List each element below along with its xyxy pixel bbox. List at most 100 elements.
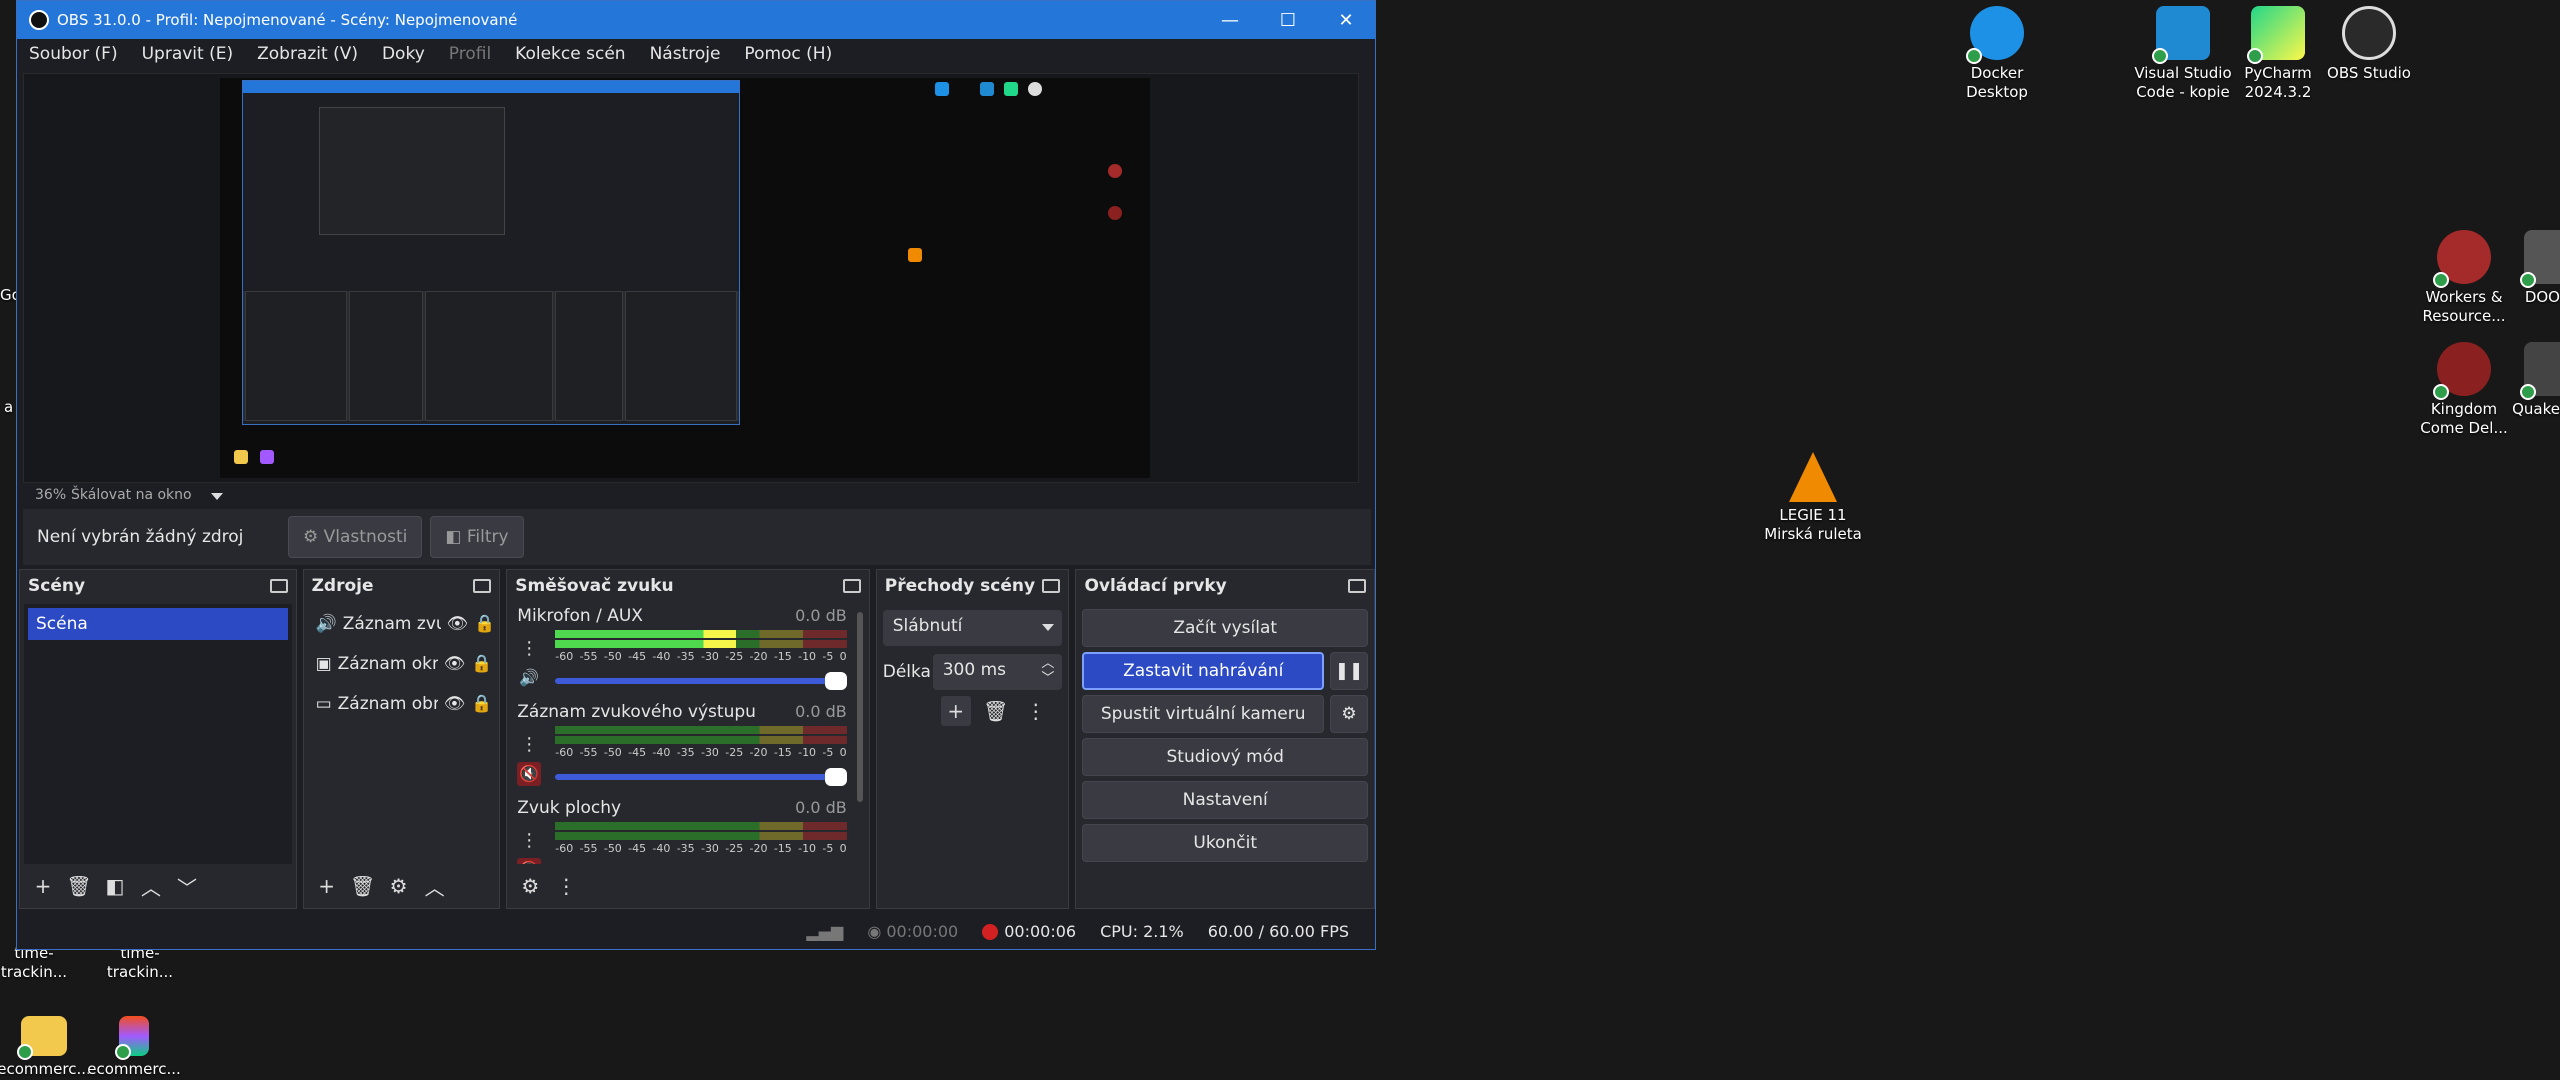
move-up-button[interactable]: ︿	[422, 873, 448, 900]
scenes-list: Scéna	[24, 604, 292, 864]
muted-speaker-icon[interactable]: 🔇	[517, 762, 542, 786]
more-icon[interactable]: ⋮	[553, 873, 579, 899]
start-virtual-camera-button[interactable]: Spustit virtuální kameru	[1082, 695, 1324, 733]
add-transition-button[interactable]: +	[940, 696, 971, 726]
start-streaming-button[interactable]: Začít vysílat	[1082, 609, 1368, 647]
move-up-button[interactable]: ︿	[138, 873, 164, 900]
source-item[interactable]: 🔊 Záznam zvu 👁 🔒	[308, 604, 496, 644]
more-icon[interactable]: ⋮	[519, 638, 539, 660]
desktop-icon-obs[interactable]: OBS Studio	[2314, 6, 2424, 83]
menu-view[interactable]: Zobrazit (V)	[245, 44, 370, 64]
menu-docks[interactable]: Doky	[370, 44, 437, 64]
cpu-usage: CPU: 2.1%	[1100, 921, 1184, 941]
trash-icon[interactable]: 🗑	[350, 873, 376, 899]
menu-file[interactable]: Soubor (F)	[17, 44, 130, 64]
preview-area[interactable]	[23, 73, 1359, 483]
nested-obs-capture	[242, 80, 740, 425]
channel-name: Záznam zvukového výstupu	[517, 702, 756, 722]
desktop-icon-label: ecommerc...	[0, 1060, 91, 1078]
undock-icon[interactable]	[1042, 579, 1061, 593]
lock-icon[interactable]: 🔒	[471, 694, 492, 714]
menu-tools[interactable]: Nástroje	[638, 44, 733, 64]
desktop-icon-quake[interactable]: Quake	[2494, 342, 2560, 419]
muted-speaker-icon[interactable]: 🔇	[517, 858, 542, 864]
filters-button[interactable]: ◧ Filtry	[430, 516, 524, 558]
properties-button[interactable]: ⚙ Vlastnosti	[288, 516, 423, 558]
slider-handle[interactable]	[824, 768, 847, 786]
undock-icon[interactable]	[473, 579, 492, 593]
meter-level	[555, 630, 736, 638]
menu-scene-collection[interactable]: Kolekce scén	[503, 44, 637, 64]
mixer-scrollbar[interactable]	[856, 612, 863, 802]
eye-icon[interactable]: 👁	[447, 614, 469, 634]
stream-status: ◉ 00:00:00	[867, 921, 959, 941]
add-source-button[interactable]: +	[314, 873, 340, 899]
source-item[interactable]: ▭ Záznam obr 👁 🔒	[308, 684, 496, 724]
mixer-channel: Mikrofon / AUX 0.0 dB ⋮ -60 -55 -50 -45 -40-…	[511, 604, 850, 700]
window-title: OBS 31.0.0 - Profil: Nepojmenované - Scé…	[57, 11, 518, 29]
desktop-icon-label: Docker Desktop	[1966, 64, 2028, 101]
speaker-icon: 🔊	[315, 614, 337, 634]
desktop-icon-vscode[interactable]: Visual Studio Code - kopie	[2128, 6, 2238, 102]
folder-icon	[17, 1016, 67, 1060]
duration-spinbox[interactable]: 300 ms ︿ ﹀	[932, 654, 1063, 690]
vscode-icon	[2152, 6, 2210, 64]
stream-icon: ◉	[867, 921, 887, 941]
add-scene-button[interactable]: +	[30, 873, 56, 899]
lock-icon[interactable]: 🔒	[474, 614, 495, 634]
channel-name: Zvuk plochy	[517, 798, 622, 818]
desktop-icon-doom[interactable]: DOO	[2494, 230, 2560, 307]
channel-db: 0.0 dB	[795, 606, 847, 625]
advanced-audio-gear-icon[interactable]: ⚙	[517, 873, 543, 899]
trash-icon[interactable]: 🗑	[66, 873, 92, 899]
spin-arrows-icon[interactable]: ︿ ﹀	[1041, 656, 1054, 686]
close-button[interactable]: ✕	[1317, 1, 1375, 39]
figma-icon	[115, 1016, 149, 1060]
undock-icon[interactable]	[1347, 579, 1366, 593]
more-icon[interactable]: ⋮	[519, 734, 539, 756]
obs-icon	[2342, 6, 2396, 60]
speaker-icon[interactable]: 🔊	[517, 666, 541, 690]
gear-icon[interactable]: ⚙	[386, 873, 412, 899]
stop-recording-button[interactable]: Zastavit nahrávání	[1082, 652, 1324, 690]
desktop-icon-vlc[interactable]: LEGIE 11 Mirská ruleta	[1758, 452, 1868, 544]
desktop-icon-ecommerce-folder[interactable]: ecommerc...	[0, 1016, 94, 1079]
undock-icon[interactable]	[269, 579, 288, 593]
more-icon[interactable]: ⋮	[519, 830, 539, 852]
volume-slider[interactable]	[555, 672, 847, 690]
dock-title: Směšovač zvuku	[515, 576, 674, 596]
chevron-down-icon	[1042, 624, 1055, 631]
transition-select[interactable]: Slábnutí	[882, 610, 1063, 646]
scale-mode-dropdown[interactable]: Škálovat na okno	[63, 487, 223, 503]
slider-handle[interactable]	[824, 672, 847, 690]
filter-icon[interactable]: ◧	[102, 873, 128, 899]
settings-button[interactable]: Nastavení	[1082, 781, 1368, 819]
desktop-icon-ecommerce-figma[interactable]: ecommerc...	[84, 1016, 184, 1079]
undock-icon[interactable]	[842, 579, 861, 593]
scene-item[interactable]: Scéna	[28, 608, 288, 640]
kingdom-icon	[2433, 342, 2491, 400]
menu-edit[interactable]: Upravit (E)	[130, 44, 246, 64]
source-item[interactable]: ▣ Záznam okr 👁 🔒	[308, 644, 496, 684]
exit-button[interactable]: Ukončit	[1082, 824, 1368, 862]
studio-mode-button[interactable]: Studiový mód	[1082, 738, 1368, 776]
more-icon[interactable]: ⋮	[1021, 696, 1051, 726]
eye-icon[interactable]: 👁	[444, 654, 466, 674]
volume-slider[interactable]	[555, 768, 847, 786]
move-down-button[interactable]: ﹀	[174, 873, 200, 900]
desktop-icon-partial-go[interactable]: Go	[0, 286, 16, 305]
desktop-icon-docker[interactable]: Docker Desktop	[1942, 6, 2052, 102]
menu-profile[interactable]: Profil	[437, 44, 503, 64]
lock-icon[interactable]: 🔒	[471, 654, 492, 674]
pause-recording-button[interactable]: ❚❚	[1329, 652, 1368, 690]
trash-icon[interactable]: 🗑	[981, 696, 1011, 726]
menu-help[interactable]: Pomoc (H)	[732, 44, 844, 64]
maximize-button[interactable]: ☐	[1259, 1, 1317, 39]
desktop-icon-label: Go	[0, 286, 16, 304]
controls-dock: Ovládací prvky Začít vysílat Zastavit na…	[1075, 569, 1375, 909]
title-bar[interactable]: OBS 31.0.0 - Profil: Nepojmenované - Scé…	[17, 1, 1375, 39]
eye-icon[interactable]: 👁	[444, 694, 466, 714]
preview-canvas	[220, 78, 1150, 478]
minimize-button[interactable]: —	[1201, 1, 1259, 39]
virtual-camera-settings-button[interactable]: ⚙	[1329, 695, 1368, 733]
